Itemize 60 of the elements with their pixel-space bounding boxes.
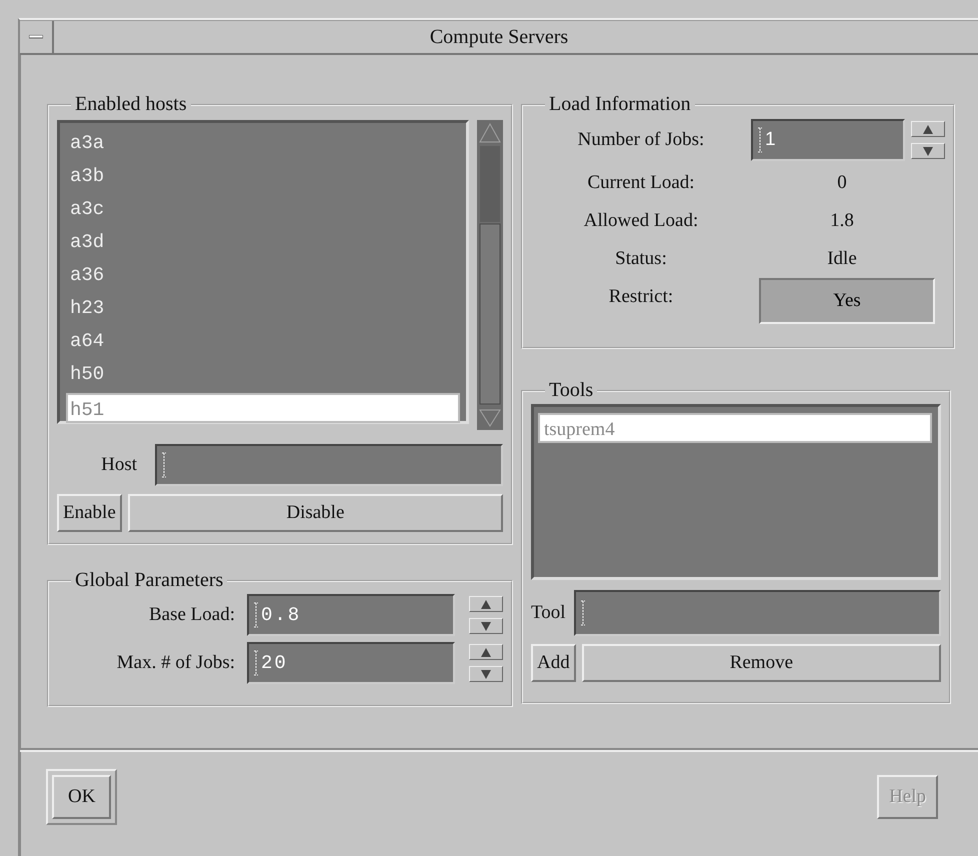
host-input-field[interactable]	[155, 444, 503, 486]
group-title: Enabled hosts	[74, 93, 188, 116]
toggle-button[interactable]: Yes	[759, 278, 935, 324]
host-list-item[interactable]: a3b	[68, 160, 460, 193]
field-label: Status:	[614, 248, 668, 270]
text-cursor-icon	[253, 650, 259, 676]
field-label: Number of Jobs:	[576, 129, 706, 151]
field-label: Max. # of Jobs:	[116, 652, 236, 674]
window-menu-button[interactable]	[20, 21, 54, 53]
field-label: Allowed Load:	[582, 210, 700, 232]
spin-down-button[interactable]	[469, 666, 503, 682]
disable-button[interactable]: Disable	[128, 494, 503, 532]
field-label: Restrict:	[608, 286, 674, 308]
down-triangle-icon	[923, 146, 933, 156]
up-triangle-icon	[481, 600, 491, 608]
up-triangle-icon	[481, 648, 491, 656]
host-list-item[interactable]: a3a	[68, 127, 460, 160]
add-button[interactable]: Add	[531, 644, 576, 682]
scrollbar[interactable]	[477, 120, 503, 430]
tool-label: Tool	[531, 602, 566, 624]
number-input-field[interactable]: 1	[751, 119, 905, 161]
spin-up-button[interactable]	[469, 596, 503, 612]
host-label: Host	[100, 454, 137, 476]
tool-list[interactable]: tsuprem4	[531, 404, 941, 580]
host-list-item[interactable]: a3c	[68, 193, 460, 226]
enable-button[interactable]: Enable	[57, 494, 122, 532]
down-triangle-icon	[481, 670, 491, 678]
tool-input-field[interactable]	[574, 590, 941, 636]
number-input-field[interactable]: 0.8	[247, 594, 455, 636]
tool-list-item[interactable]: tsuprem4	[538, 413, 932, 443]
number-input-field[interactable]: 20	[247, 642, 455, 684]
spin-down-button[interactable]	[911, 143, 945, 159]
up-triangle-icon	[923, 124, 933, 134]
field-value: 0	[836, 172, 848, 194]
text-cursor-icon	[580, 600, 586, 626]
host-list[interactable]: a3a a3b a3c a3d a36 h23 a64 h50 h51	[57, 120, 469, 424]
window-title: Compute Servers	[428, 26, 570, 48]
group-title: Load Information	[548, 93, 692, 116]
host-list-item[interactable]: h50	[68, 358, 460, 391]
field-value: 1.8	[829, 210, 855, 232]
host-list-item[interactable]: a3d	[68, 226, 460, 259]
field-label: Base Load:	[148, 604, 236, 626]
text-cursor-icon	[161, 452, 167, 478]
spin-up-button[interactable]	[911, 121, 945, 137]
spin-down-button[interactable]	[469, 618, 503, 634]
field-label: Current Load:	[586, 172, 696, 194]
field-value: Idle	[826, 248, 858, 270]
host-list-item[interactable]: h51	[66, 393, 460, 423]
host-list-item[interactable]: h23	[68, 292, 460, 325]
host-list-item[interactable]: a36	[68, 259, 460, 292]
down-triangle-icon	[481, 622, 491, 630]
text-cursor-icon	[757, 127, 763, 153]
group-title: Tools	[548, 379, 594, 402]
group-title: Global Parameters	[74, 569, 224, 592]
host-list-item[interactable]: a64	[68, 325, 460, 358]
text-cursor-icon	[253, 602, 259, 628]
remove-button[interactable]: Remove	[582, 644, 941, 682]
ok-button[interactable]: OK	[52, 775, 112, 819]
spin-up-button[interactable]	[469, 644, 503, 660]
minus-icon	[29, 35, 43, 39]
